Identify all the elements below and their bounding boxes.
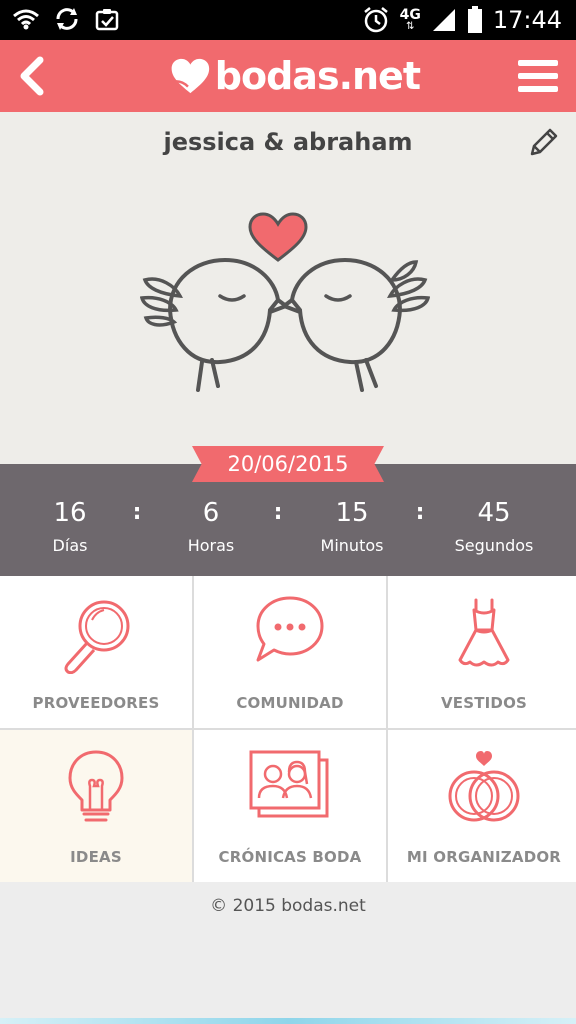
countdown-value: 45: [477, 498, 511, 528]
app-screen: 4G ⇅ 17:44 bodas.net jessica & abraham 2…: [0, 0, 576, 1024]
tile-label: VESTIDOS: [440, 694, 528, 712]
countdown-label: Minutos: [320, 536, 384, 555]
pencil-icon: [530, 128, 558, 156]
battery-icon: [467, 6, 482, 33]
tile-comunidad[interactable]: COMUNIDAD: [194, 576, 386, 728]
tile-label: COMUNIDAD: [236, 694, 344, 712]
brand-logo[interactable]: bodas.net: [170, 46, 421, 106]
clipboard-check-icon: [95, 9, 119, 31]
app-header: bodas.net: [0, 40, 576, 112]
tile-cronicas-boda[interactable]: CRÓNICAS BODA: [194, 730, 386, 882]
photos-icon: [249, 750, 329, 818]
heart-icon: [171, 58, 210, 94]
signal-icon: [432, 9, 455, 31]
countdown-value: 6: [202, 498, 220, 528]
countdown-separator: :: [273, 500, 283, 525]
edit-button[interactable]: [526, 126, 560, 160]
data-arrows-icon: ⇅: [406, 21, 415, 32]
couple-names: jessica & abraham: [163, 128, 413, 156]
tile-label: PROVEEDORES: [32, 694, 160, 712]
wedding-date: 20/06/2015: [227, 452, 349, 476]
tile-label: CRÓNICAS BODA: [218, 848, 362, 866]
dress-icon: [458, 598, 510, 667]
bottom-glow-edge: [0, 1018, 576, 1024]
countdown-value: 15: [335, 498, 369, 528]
chevron-left-icon: [20, 56, 44, 96]
lightbulb-icon: [68, 750, 124, 822]
clock: 17:44: [492, 6, 562, 34]
back-button[interactable]: [10, 50, 54, 102]
countdown-value: 16: [53, 498, 87, 528]
chat-bubble-icon: [256, 596, 324, 662]
countdown-minutes: 15 Minutos: [292, 496, 412, 555]
hamburger-line: [518, 73, 558, 79]
tile-mi-organizador[interactable]: MI ORGANIZADOR: [388, 730, 576, 882]
tile-label: MI ORGANIZADOR: [406, 848, 562, 866]
tile-proveedores[interactable]: PROVEEDORES: [0, 576, 192, 728]
tile-vestidos[interactable]: VESTIDOS: [388, 576, 576, 728]
countdown-days: 16 Días: [10, 496, 130, 555]
countdown-hours: 6 Horas: [151, 496, 271, 555]
rings-icon: [448, 751, 520, 822]
tile-label: IDEAS: [70, 848, 122, 866]
countdown-separator: :: [415, 500, 425, 525]
sections-grid: PROVEEDORES COMUNIDAD VESTIDOS IDEAS CRÓ…: [0, 576, 576, 882]
countdown-seconds: 45 Segundos: [434, 496, 554, 555]
network-type: 4G: [399, 7, 421, 23]
brand-name: bodas.net: [214, 54, 421, 98]
countdown-label: Horas: [187, 536, 235, 555]
hamburger-line: [518, 60, 558, 66]
alarm-icon: [363, 7, 388, 33]
wedding-date-ribbon: 20/06/2015: [192, 446, 384, 482]
status-bar: 4G ⇅ 17:44: [0, 0, 576, 40]
countdown-label: Segundos: [454, 536, 534, 555]
lovebirds-illustration: [140, 212, 430, 392]
sync-icon: [56, 8, 78, 30]
wifi-icon: [13, 9, 39, 30]
couple-hero: jessica & abraham: [0, 112, 576, 464]
tile-ideas[interactable]: IDEAS: [0, 730, 192, 882]
hamburger-line: [518, 86, 558, 92]
magnifier-icon: [64, 600, 130, 674]
countdown-label: Días: [52, 536, 88, 555]
countdown-separator: :: [132, 500, 142, 525]
copyright-footer: © 2015 bodas.net: [210, 896, 366, 916]
menu-button[interactable]: [518, 52, 562, 100]
